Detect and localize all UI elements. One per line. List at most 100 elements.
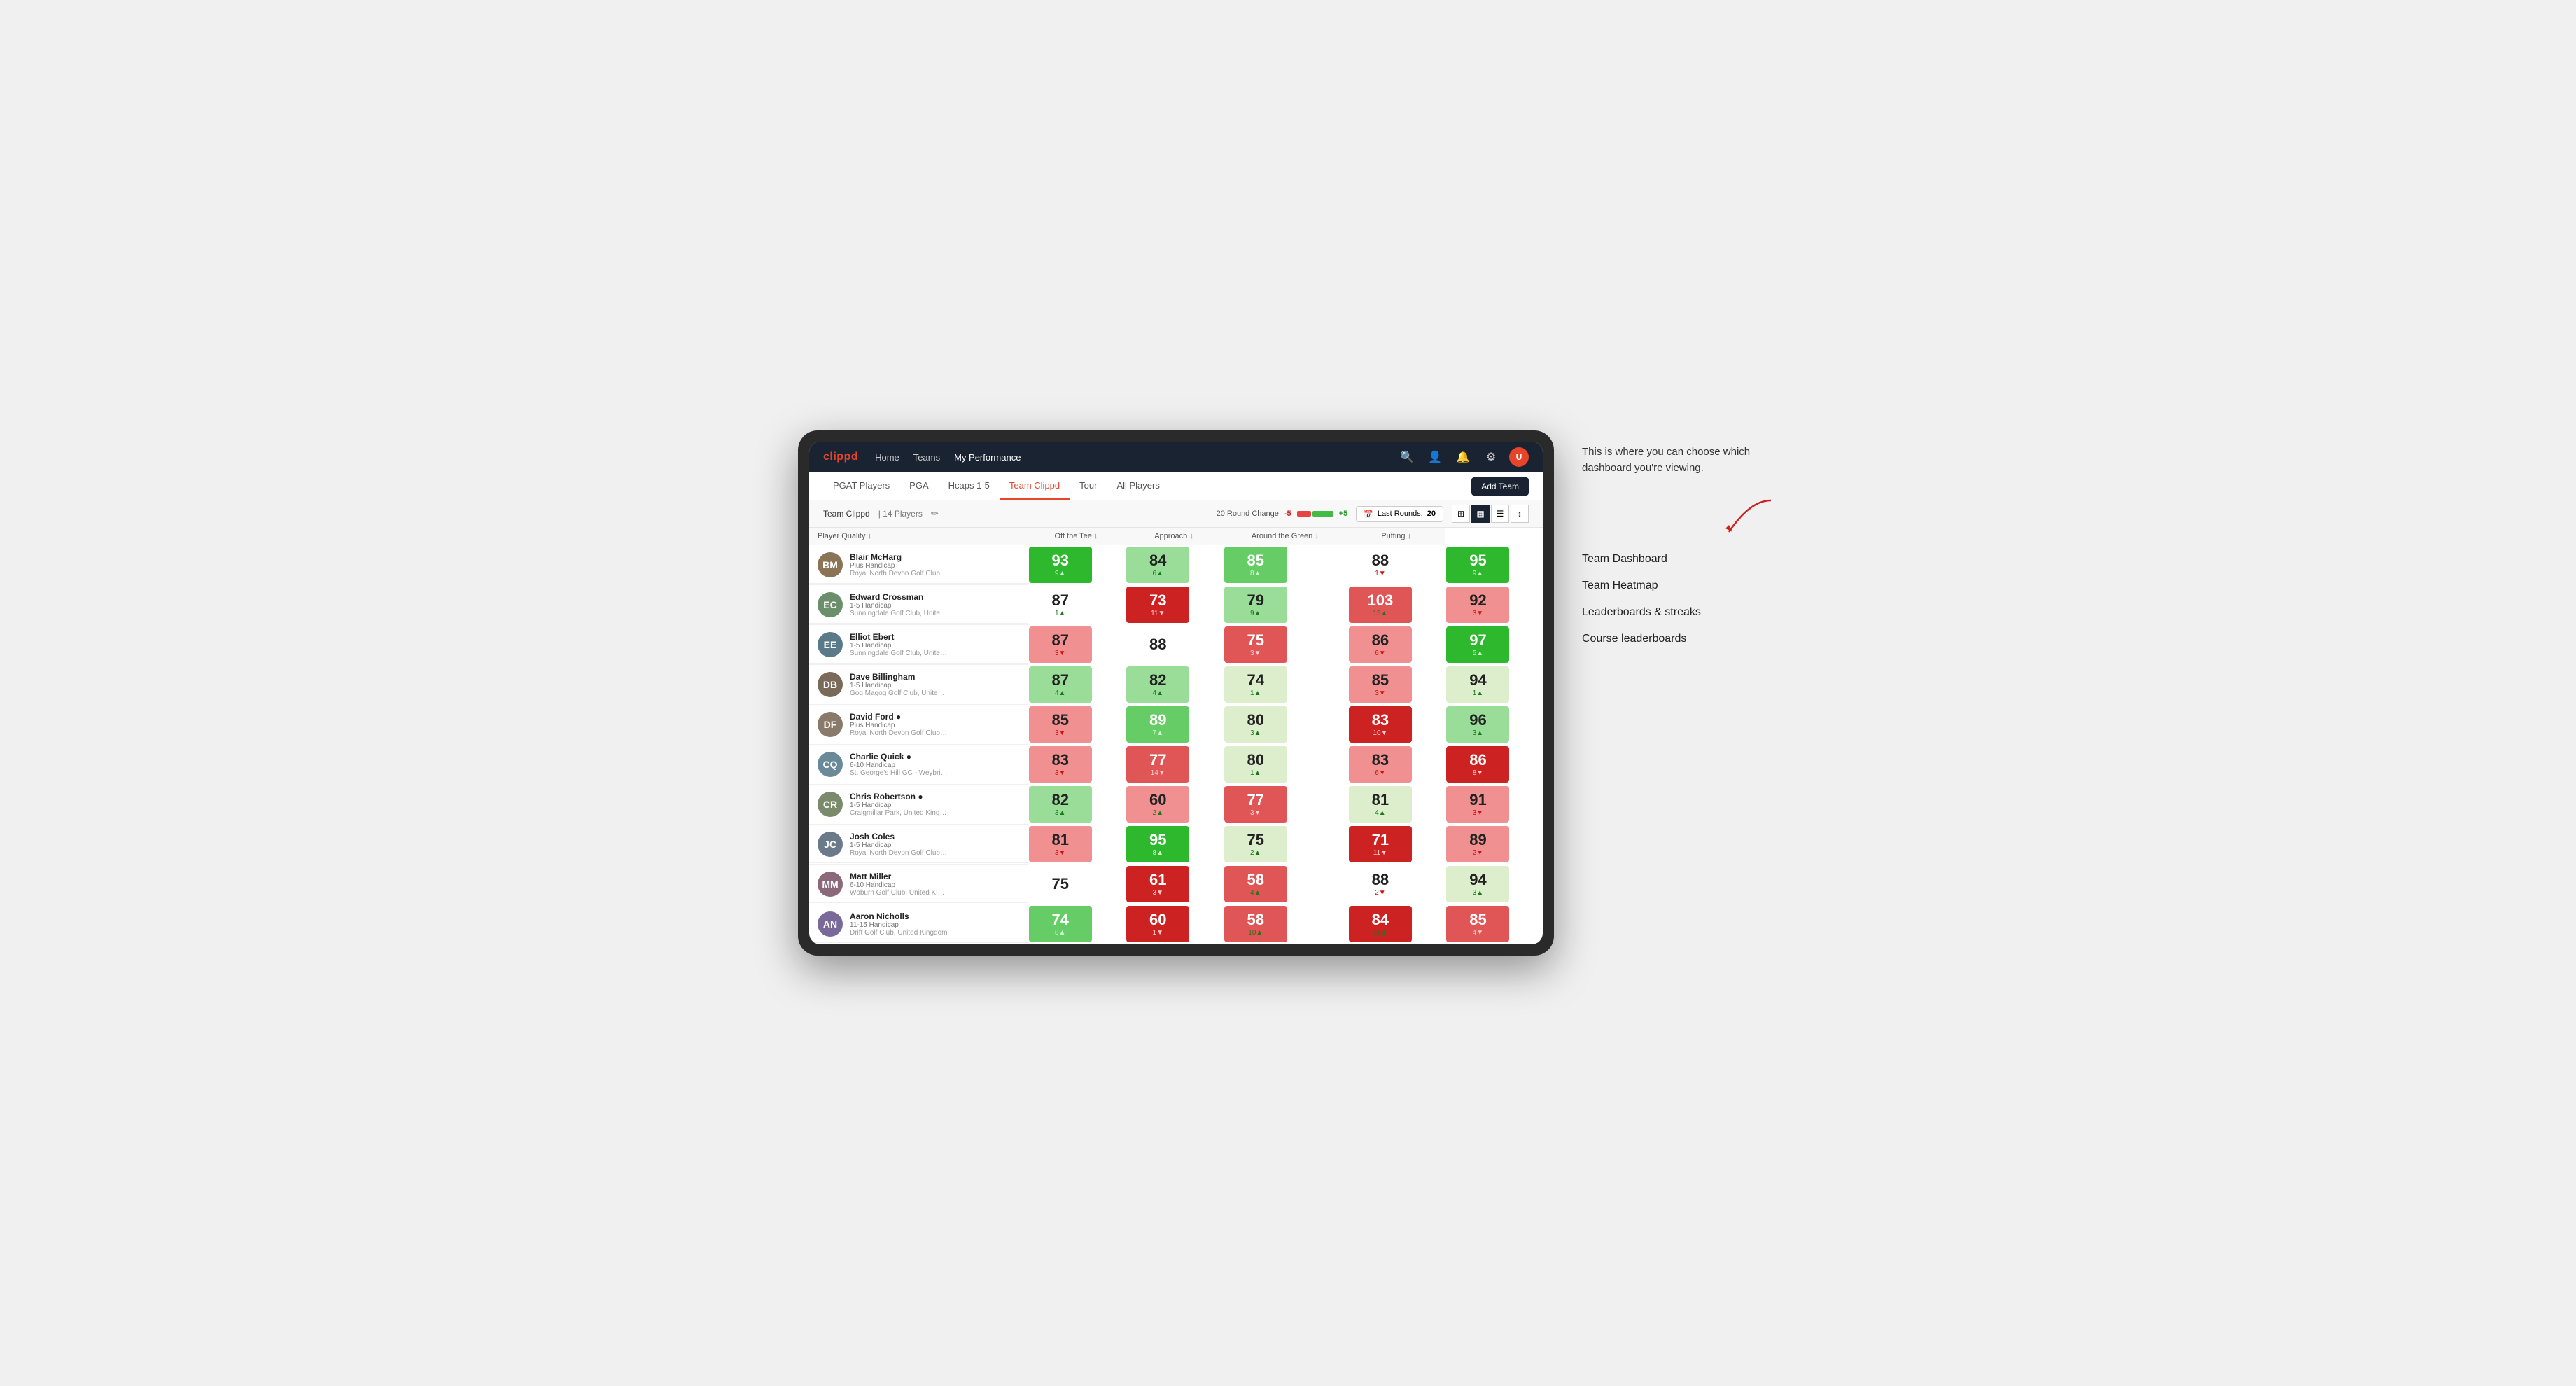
sub-nav-tour[interactable]: Tour bbox=[1070, 472, 1107, 500]
table-row[interactable]: JC Josh Coles 1-5 Handicap Royal North D… bbox=[809, 825, 1543, 864]
score-value: 97 bbox=[1469, 633, 1486, 648]
sub-nav: PGAT Players PGA Hcaps 1-5 Team Clippd T… bbox=[809, 472, 1543, 500]
player-cell: MM Matt Miller 6-10 Handicap Woburn Golf… bbox=[809, 866, 1028, 903]
score-cell: 58 4▲ bbox=[1223, 864, 1348, 904]
score-change: 3▼ bbox=[1055, 650, 1065, 657]
view-table-icon[interactable]: ▦ bbox=[1471, 505, 1490, 523]
score-box: 86 6▼ bbox=[1349, 626, 1412, 663]
score-cell: 80 1▲ bbox=[1223, 745, 1348, 785]
view-grid-icon[interactable]: ⊞ bbox=[1452, 505, 1470, 523]
table-row[interactable]: DB Dave Billingham 1-5 Handicap Gog Mago… bbox=[809, 665, 1543, 705]
score-value: 95 bbox=[1469, 553, 1486, 568]
score-cell: 83 6▼ bbox=[1348, 745, 1446, 785]
table-row[interactable]: EC Edward Crossman 1-5 Handicap Sunningd… bbox=[809, 585, 1543, 625]
player-info: David Ford ● Plus Handicap Royal North D… bbox=[850, 712, 1019, 737]
player-club: Sunningdale Golf Club, United Kingdom bbox=[850, 610, 948, 617]
table-row[interactable]: EE Elliot Ebert 1-5 Handicap Sunningdale… bbox=[809, 625, 1543, 665]
score-change: 3▲ bbox=[1473, 889, 1483, 897]
score-change: 11▼ bbox=[1373, 849, 1387, 857]
option-course-leaderboards: Course leaderboards bbox=[1582, 633, 1778, 645]
table-row[interactable]: BM Blair McHarg Plus Handicap Royal Nort… bbox=[809, 545, 1543, 585]
col-putting[interactable]: Putting ↓ bbox=[1348, 528, 1446, 545]
score-box: 89 7▲ bbox=[1126, 706, 1189, 743]
bar-green bbox=[1312, 511, 1334, 517]
score-value: 91 bbox=[1469, 792, 1486, 808]
player-name: David Ford ● bbox=[850, 712, 1019, 722]
score-change: 1▼ bbox=[1153, 929, 1163, 937]
score-value: 58 bbox=[1247, 872, 1264, 888]
sub-nav-pga[interactable]: PGA bbox=[899, 472, 938, 500]
player-avatar: DB bbox=[818, 672, 843, 697]
score-change: 2▲ bbox=[1250, 849, 1261, 857]
score-box: 91 3▼ bbox=[1446, 786, 1509, 822]
avatar[interactable]: U bbox=[1509, 447, 1529, 467]
player-name: Josh Coles bbox=[850, 832, 1019, 841]
main-table: Player Quality ↓ Off the Tee ↓ Approach … bbox=[809, 528, 1543, 944]
score-cell: 77 14▼ bbox=[1125, 745, 1223, 785]
sub-nav-hcaps[interactable]: Hcaps 1-5 bbox=[939, 472, 1000, 500]
score-box: 81 3▼ bbox=[1029, 826, 1092, 862]
score-box: 74 8▲ bbox=[1029, 906, 1092, 942]
score-value: 96 bbox=[1469, 713, 1486, 728]
score-change: 8▲ bbox=[1250, 570, 1261, 578]
score-change: 1▲ bbox=[1250, 769, 1261, 777]
player-avatar: AN bbox=[818, 911, 843, 937]
nav-my-performance[interactable]: My Performance bbox=[954, 449, 1021, 465]
person-icon[interactable]: 👤 bbox=[1425, 447, 1445, 467]
player-avatar: JC bbox=[818, 832, 843, 857]
col-off-tee[interactable]: Off the Tee ↓ bbox=[1028, 528, 1126, 545]
score-value: 94 bbox=[1469, 872, 1486, 888]
search-icon[interactable]: 🔍 bbox=[1397, 447, 1417, 467]
table-row[interactable]: AN Aaron Nicholls 11-15 Handicap Drift G… bbox=[809, 904, 1543, 944]
score-cell: 73 11▼ bbox=[1125, 585, 1223, 625]
score-value: 71 bbox=[1372, 832, 1389, 848]
score-value: 79 bbox=[1247, 593, 1264, 608]
table-row[interactable]: MM Matt Miller 6-10 Handicap Woburn Golf… bbox=[809, 864, 1543, 904]
score-value: 75 bbox=[1051, 876, 1068, 892]
col-player-quality[interactable]: Player Quality ↓ bbox=[809, 528, 1028, 545]
score-value: 88 bbox=[1372, 872, 1389, 888]
col-around-green[interactable]: Around the Green ↓ bbox=[1223, 528, 1348, 545]
score-cell: 97 5▲ bbox=[1445, 625, 1543, 665]
score-value: 60 bbox=[1149, 912, 1166, 927]
add-team-button[interactable]: Add Team bbox=[1471, 477, 1529, 496]
edit-icon[interactable]: ✏ bbox=[931, 508, 939, 519]
score-cell: 60 1▼ bbox=[1125, 904, 1223, 944]
score-cell: 87 3▼ bbox=[1028, 625, 1126, 665]
player-club: Sunningdale Golf Club, United Kingdom bbox=[850, 650, 948, 657]
score-cell: 85 4▼ bbox=[1445, 904, 1543, 944]
settings-icon[interactable]: ⚙ bbox=[1481, 447, 1501, 467]
sub-nav-pgat[interactable]: PGAT Players bbox=[823, 472, 899, 500]
score-cell: 81 4▲ bbox=[1348, 785, 1446, 825]
score-change: 3▼ bbox=[1473, 610, 1483, 617]
sub-nav-team-clippd[interactable]: Team Clippd bbox=[1000, 472, 1070, 500]
score-box: 87 4▲ bbox=[1029, 666, 1092, 703]
tablet-screen: clippd Home Teams My Performance 🔍 👤 🔔 ⚙… bbox=[809, 442, 1543, 944]
last-rounds-button[interactable]: 📅 Last Rounds: 20 bbox=[1356, 506, 1443, 522]
score-value: 84 bbox=[1372, 912, 1389, 927]
score-box: 74 1▲ bbox=[1224, 666, 1287, 703]
bell-icon[interactable]: 🔔 bbox=[1453, 447, 1473, 467]
score-value: 75 bbox=[1247, 633, 1264, 648]
player-cell: CR Chris Robertson ● 1-5 Handicap Craigm… bbox=[809, 786, 1028, 823]
player-avatar: EE bbox=[818, 632, 843, 657]
score-cell: 75 bbox=[1028, 864, 1126, 904]
score-change: 3▼ bbox=[1473, 809, 1483, 817]
table-row[interactable]: CR Chris Robertson ● 1-5 Handicap Craigm… bbox=[809, 785, 1543, 825]
score-box: 85 3▼ bbox=[1029, 706, 1092, 743]
team-name: Team Clippd bbox=[823, 509, 870, 519]
player-club: Woburn Golf Club, United Kingdom bbox=[850, 889, 948, 897]
score-box: 97 5▲ bbox=[1446, 626, 1509, 663]
table-row[interactable]: CQ Charlie Quick ● 6-10 Handicap St. Geo… bbox=[809, 745, 1543, 785]
nav-teams[interactable]: Teams bbox=[913, 449, 940, 465]
score-value: 94 bbox=[1469, 673, 1486, 688]
sub-nav-all-players[interactable]: All Players bbox=[1107, 472, 1169, 500]
nav-home[interactable]: Home bbox=[875, 449, 899, 465]
table-row[interactable]: DF David Ford ● Plus Handicap Royal Nort… bbox=[809, 705, 1543, 745]
view-list-icon[interactable]: ↕ bbox=[1511, 505, 1529, 523]
view-heatmap-icon[interactable]: ☰ bbox=[1491, 505, 1509, 523]
player-cell: CQ Charlie Quick ● 6-10 Handicap St. Geo… bbox=[809, 746, 1028, 783]
col-approach[interactable]: Approach ↓ bbox=[1125, 528, 1223, 545]
annotation-arrow bbox=[1582, 497, 1778, 539]
player-club: St. George's Hill GC - Weybridge - Surre… bbox=[850, 769, 948, 777]
